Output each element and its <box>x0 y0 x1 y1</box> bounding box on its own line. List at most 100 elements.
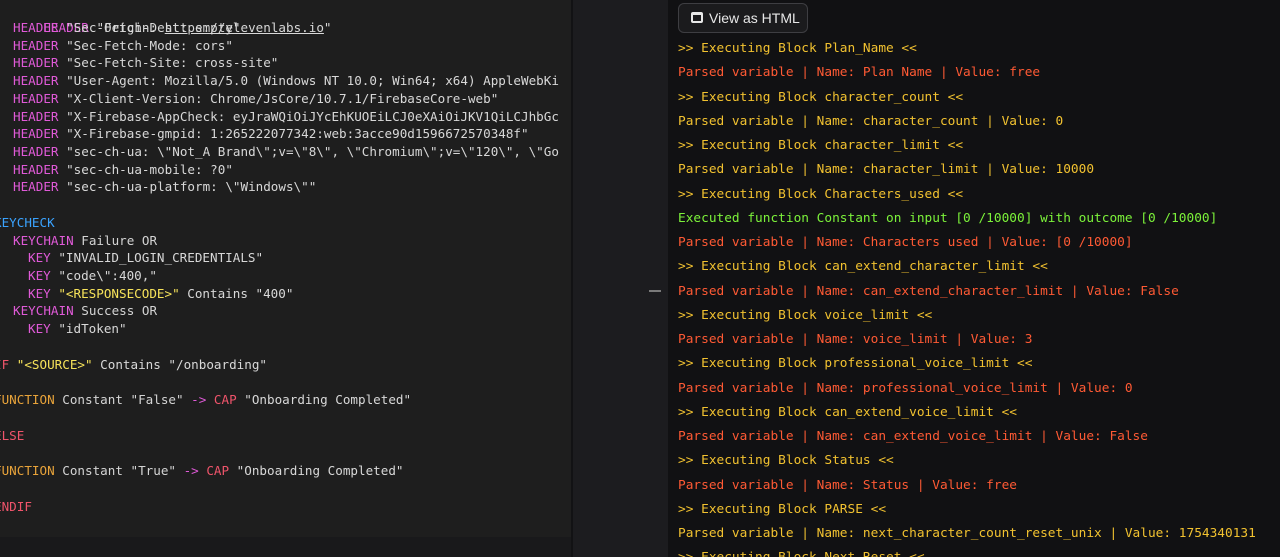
header-keyword: HEADER <box>13 73 59 88</box>
code-line: HEADER "X-Firebase-gmpid: 1:265222077342… <box>13 125 529 143</box>
key-value: "INVALID_LOGIN_CREDENTIALS" <box>58 250 264 265</box>
log-line-executing-block: >> Executing Block Characters_used << <box>678 186 964 202</box>
header-value: "sec-ch-ua-mobile: ?0" <box>66 162 233 177</box>
code-line: HEADER "User-Agent: Mozilla/5.0 (Windows… <box>13 72 559 90</box>
code-line: HEADER "Sec-Fetch-Site: cross-site" <box>13 54 278 72</box>
key-keyword: KEY <box>28 268 51 283</box>
if-keyword: IF <box>0 357 10 372</box>
code-line: HEADER "X-Firebase-AppCheck: eyJraWQiOiJ… <box>13 108 559 126</box>
header-keyword: HEADER <box>13 162 59 177</box>
code-line: IF "<SOURCE>" Contains "/onboarding" <box>0 356 267 374</box>
header-keyword: HEADER <box>13 91 59 106</box>
code-line: KEY "INVALID_LOGIN_CREDENTIALS" <box>28 249 263 267</box>
key-value: "idToken" <box>58 321 127 336</box>
function-keyword: FUNCTION <box>0 463 55 478</box>
log-line-parsed-variable: Parsed variable | Name: character_limit … <box>678 162 1095 178</box>
log-line-executing-block: >> Executing Block Plan_Name << <box>678 41 917 56</box>
header-value: "X-Client-Version: Chrome/JsCore/10.7.1/… <box>66 91 499 106</box>
debugger-log-panel: View as HTML >> Executing Block Plan_Nam… <box>668 0 1280 557</box>
log-line-parsed-variable: Parsed variable | Name: professional_voi… <box>678 380 1133 396</box>
code-line: FUNCTION Constant "False" -> CAP "Onboar… <box>0 391 411 409</box>
header-keyword: HEADER <box>13 109 59 124</box>
key-condition: Contains "400" <box>179 286 294 301</box>
log-line-executing-block: >> Executing Block can_extend_voice_limi… <box>678 404 1017 420</box>
key-keyword: KEY <box>28 321 51 336</box>
code-line: HEADER "X-Client-Version: Chrome/JsCore/… <box>13 90 498 108</box>
view-as-html-button[interactable]: View as HTML <box>678 3 808 33</box>
code-line: KEYCHECK <box>0 214 55 232</box>
header-keyword: HEADER <box>13 126 59 141</box>
log-line-parsed-variable: Parsed variable | Name: voice_limit | Va… <box>678 332 1033 347</box>
key-keyword: KEY <box>28 286 51 301</box>
script-editor[interactable]: HEADER "Origin: https://elevenlabs.io" H… <box>0 0 571 557</box>
header-keyword: HEADER <box>13 38 59 53</box>
cap-name: "Onboarding Completed" <box>229 463 404 478</box>
header-value: "User-Agent: Mozilla/5.0 (Windows NT 10.… <box>66 73 559 88</box>
header-value: "X-Firebase-gmpid: 1:265222077342:web:3a… <box>66 126 529 141</box>
header-value: "sec-ch-ua: \"Not_A Brand\";v=\"8\", \"C… <box>66 144 559 159</box>
log-line-parsed-variable: Parsed variable | Name: can_extend_chara… <box>678 283 1179 299</box>
key-keyword: KEY <box>28 250 51 265</box>
code-line: KEY "idToken" <box>28 320 127 338</box>
log-line-parsed-variable: Parsed variable | Name: character_count … <box>678 113 1064 129</box>
code-line: KEYCHAIN Success OR <box>13 302 157 320</box>
code-line: HEADER "sec-ch-ua: \"Not_A Brand\";v=\"8… <box>13 143 559 161</box>
keycheck-keyword: KEYCHECK <box>0 215 55 230</box>
code-line: ELSE <box>0 427 24 445</box>
log-line-executing-block: >> Executing Block can_extend_character_… <box>678 259 1048 275</box>
else-keyword: ELSE <box>0 428 25 443</box>
source-variable: "<SOURCE>" <box>16 357 93 372</box>
log-line-parsed-variable: Parsed variable | Name: Status | Value: … <box>678 477 1017 493</box>
header-value: "X-Firebase-AppCheck: eyJraWQiOiJYcEhKUO… <box>66 109 559 124</box>
cap-name: "Onboarding Completed" <box>236 392 412 407</box>
keychain-keyword: KEYCHAIN <box>13 233 74 248</box>
code-line: HEADER "Sec-Fetch-Dest: empty" <box>13 19 240 37</box>
keychain-keyword: KEYCHAIN <box>13 303 74 318</box>
header-keyword: HEADER <box>13 55 59 70</box>
log-line-executing-block: >> Executing Block character_count << <box>678 89 964 105</box>
log-line-executing-block: >> Executing Block voice_limit << <box>678 307 933 323</box>
log-line-executing-block: >> Executing Block Status << <box>678 453 894 469</box>
code-line: FUNCTION Constant "True" -> CAP "Onboard… <box>0 462 403 480</box>
arrow-operator: -> <box>183 463 199 478</box>
log-line-executing-block: >> Executing Block professional_voice_li… <box>678 356 1033 372</box>
function-keyword: FUNCTION <box>0 392 55 407</box>
log-line-function-result: Executed function Constant on input [0 /… <box>678 210 1218 226</box>
header-value: "Sec-Fetch-Site: cross-site" <box>66 55 279 70</box>
header-keyword: HEADER <box>13 144 59 159</box>
log-line-parsed-variable: Parsed variable | Name: can_extend_voice… <box>678 429 1148 444</box>
header-value: "sec-ch-ua-platform: \"Windows\"" <box>66 179 317 194</box>
function-args: Constant "True" <box>54 463 184 478</box>
log-line-executing-block: >> Executing Block PARSE << <box>678 501 887 517</box>
code-line: HEADER "Origin: https://elevenlabs.io" <box>13 1 331 35</box>
cap-keyword: CAP <box>213 392 237 407</box>
keychain-condition: Success OR <box>81 303 158 318</box>
log-line-parsed-variable: Parsed variable | Name: Characters used … <box>678 235 1133 250</box>
view-as-html-label: View as HTML <box>709 10 800 26</box>
code-line: KEY "<RESPONSECODE>" Contains "400" <box>28 285 293 303</box>
header-keyword: HEADER <box>13 20 59 35</box>
code-line: HEADER "Sec-Fetch-Mode: cors" <box>13 37 233 55</box>
log-line-parsed-variable: Parsed variable | Name: Plan Name | Valu… <box>678 65 1041 81</box>
cap-keyword: CAP <box>206 463 230 478</box>
arrow-operator: -> <box>191 392 207 407</box>
code-line: HEADER "sec-ch-ua-platform: \"Windows\"" <box>13 178 316 196</box>
resize-handle-icon[interactable] <box>649 290 661 292</box>
header-value-end: " <box>323 20 332 35</box>
code-line: ENDIF <box>0 498 32 516</box>
browser-window-icon <box>691 12 703 23</box>
endif-keyword: ENDIF <box>0 499 32 514</box>
key-value: "code\":400," <box>58 268 157 283</box>
middle-gutter <box>573 0 668 557</box>
header-value: "Sec-Fetch-Mode: cors" <box>66 38 233 53</box>
header-keyword: HEADER <box>13 179 59 194</box>
code-line: KEY "code\":400," <box>28 267 157 285</box>
log-line-executing-block: >> Executing Block Next Reset << <box>678 549 925 557</box>
editor-horizontal-scrollbar[interactable] <box>0 537 571 557</box>
code-line: KEYCHAIN Failure OR <box>13 232 157 250</box>
function-args: Constant "False" <box>54 392 192 407</box>
log-line-parsed-variable: Parsed variable | Name: next_character_c… <box>678 526 1256 541</box>
code-line: HEADER "sec-ch-ua-mobile: ?0" <box>13 161 233 179</box>
log-line-executing-block: >> Executing Block character_limit << <box>678 138 964 153</box>
if-condition: Contains "/onboarding" <box>92 357 267 372</box>
